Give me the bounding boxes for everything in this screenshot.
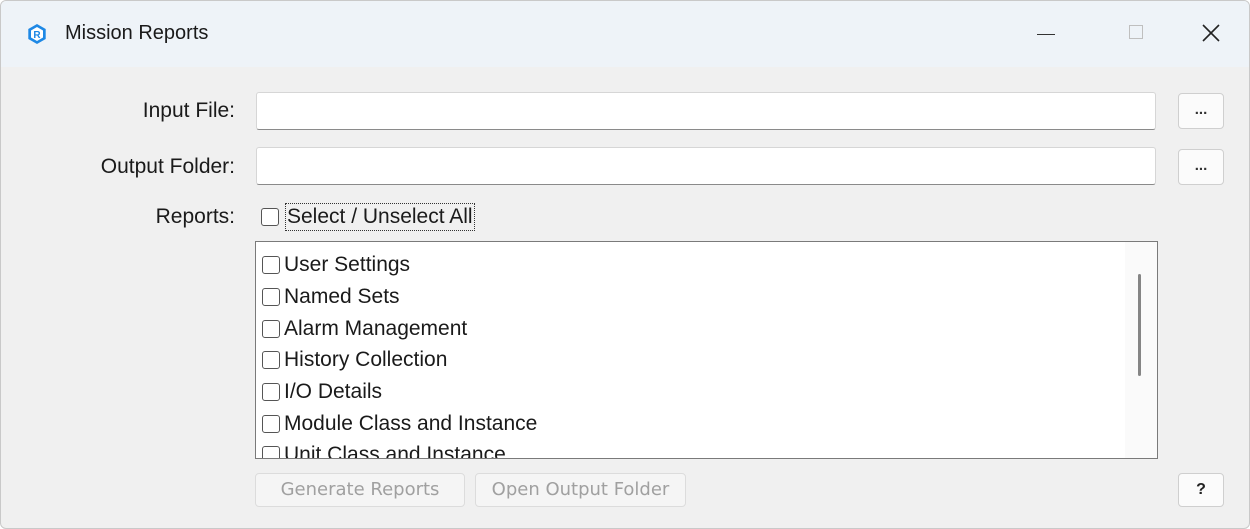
- report-checkbox[interactable]: [262, 382, 280, 401]
- input-file-label: Input File:: [142, 99, 235, 122]
- select-all-checkbox[interactable]: Select / Unselect All: [261, 202, 475, 232]
- reports-listbox[interactable]: User Settings Named Sets Alarm Managemen…: [255, 241, 1158, 459]
- report-label: Unit Class and Instance: [284, 442, 506, 459]
- mission-reports-window: R Mission Reports Input File: ... Output…: [0, 0, 1250, 529]
- output-folder-input[interactable]: [257, 148, 1155, 184]
- report-label: User Settings: [284, 252, 411, 276]
- maximize-icon: [1129, 25, 1143, 39]
- scrollbar-thumb[interactable]: [1138, 274, 1141, 376]
- select-all-checkbox-box[interactable]: [261, 208, 279, 226]
- report-checkbox[interactable]: [262, 319, 280, 338]
- output-folder-field[interactable]: [256, 147, 1156, 185]
- listbox-scrollbar[interactable]: [1125, 242, 1157, 458]
- title-bar: R Mission Reports: [1, 1, 1249, 67]
- minimize-button[interactable]: [1001, 1, 1091, 67]
- help-button[interactable]: ?: [1178, 473, 1224, 507]
- list-item[interactable]: I/O Details: [262, 376, 382, 407]
- reports-label: Reports:: [155, 205, 235, 228]
- window-title: Mission Reports: [65, 22, 209, 44]
- report-checkbox[interactable]: [262, 255, 280, 274]
- select-all-label[interactable]: Select / Unselect All: [285, 203, 475, 231]
- list-item[interactable]: User Settings: [262, 249, 410, 280]
- list-item[interactable]: Named Sets: [262, 281, 400, 312]
- report-label: I/O Details: [284, 379, 383, 403]
- close-icon: [1202, 24, 1220, 42]
- maximize-button[interactable]: [1091, 1, 1181, 67]
- open-output-folder-button[interactable]: Open Output Folder: [475, 473, 686, 507]
- list-item[interactable]: Unit Class and Instance: [262, 439, 506, 459]
- report-checkbox[interactable]: [262, 445, 280, 458]
- list-item[interactable]: Module Class and Instance: [262, 408, 537, 439]
- close-button[interactable]: [1169, 1, 1249, 67]
- input-file-field[interactable]: [256, 92, 1156, 130]
- output-folder-label: Output Folder:: [100, 155, 235, 178]
- report-label: History Collection: [284, 347, 448, 371]
- input-file-input[interactable]: [257, 93, 1155, 129]
- report-checkbox[interactable]: [262, 287, 280, 306]
- app-logo-icon: R: [28, 24, 46, 44]
- report-label: Module Class and Instance: [284, 411, 538, 435]
- report-label: Named Sets: [284, 284, 400, 308]
- minimize-icon: [1037, 34, 1055, 35]
- output-folder-browse-button[interactable]: ...: [1178, 149, 1224, 185]
- report-checkbox[interactable]: [262, 414, 280, 433]
- generate-reports-button[interactable]: Generate Reports: [255, 473, 465, 507]
- report-label: Alarm Management: [284, 316, 468, 340]
- list-item[interactable]: History Collection: [262, 344, 447, 375]
- list-item[interactable]: Alarm Management: [262, 313, 467, 344]
- report-checkbox[interactable]: [262, 350, 280, 369]
- input-file-browse-button[interactable]: ...: [1178, 93, 1224, 129]
- svg-text:R: R: [33, 30, 41, 41]
